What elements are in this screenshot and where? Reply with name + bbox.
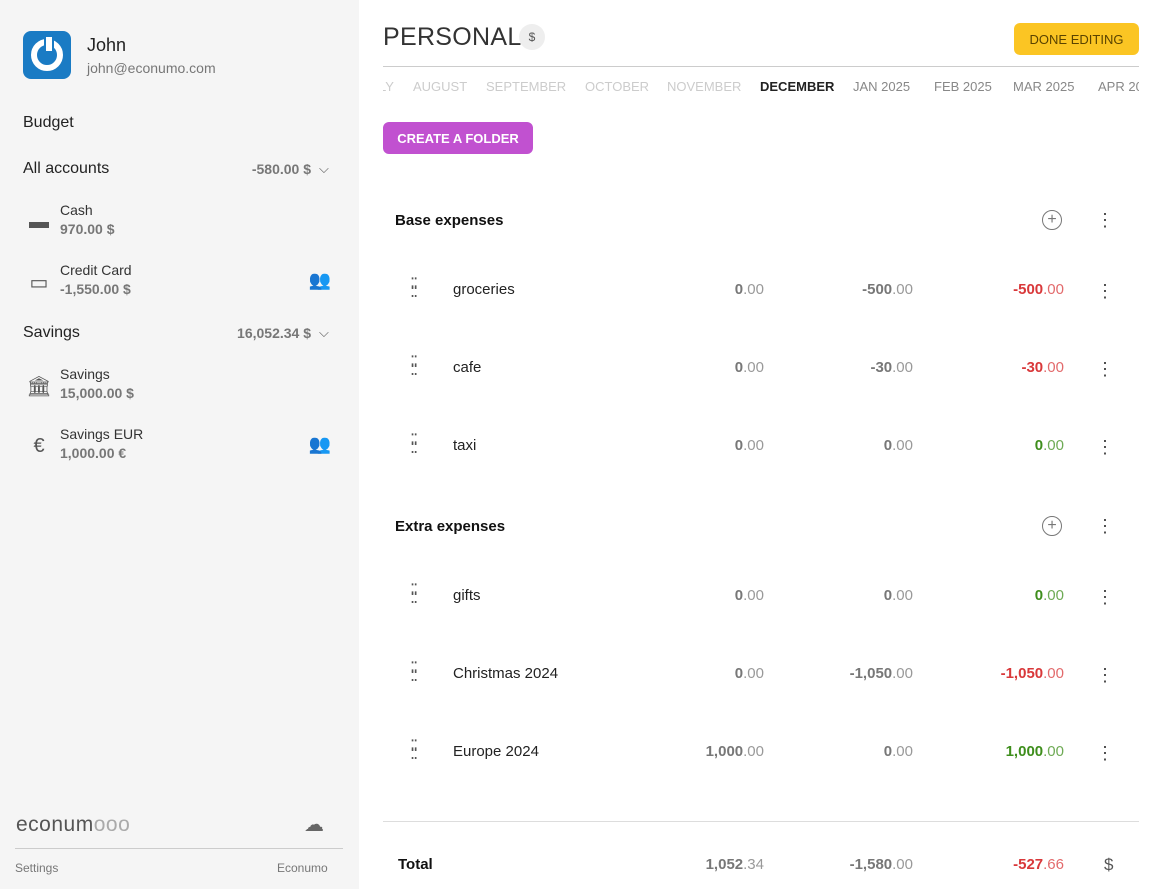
divider	[383, 821, 1139, 822]
account-item[interactable]: ▬ Cash 970.00 $	[27, 202, 337, 242]
month-selector[interactable]: LY AUGUST SEPTEMBER OCTOBER NOVEMBER DECEMBER…	[383, 79, 1139, 99]
account-name: Cash	[60, 202, 93, 218]
account-group-total: 16,052.34 $	[237, 325, 311, 341]
month-tab[interactable]: FEB 2025	[934, 79, 992, 94]
category-name: cafe	[453, 359, 482, 376]
total-spent: -1,580.00	[849, 856, 913, 873]
done-editing-button[interactable]: DONE EDITING	[1014, 23, 1139, 55]
account-balance: 1,000.00 €	[60, 445, 127, 461]
more-vert-icon[interactable]: ⋮	[1096, 516, 1114, 536]
cloud-sync-icon[interactable]: ☁	[304, 812, 324, 837]
more-vert-icon[interactable]: ⋮	[1096, 281, 1114, 301]
month-tab[interactable]: OCTOBER	[585, 79, 649, 94]
month-tab[interactable]: SEPTEMBER	[486, 79, 566, 94]
category-budgeted[interactable]: 0.00	[624, 437, 764, 454]
category-available: -1,050.00	[1000, 665, 1064, 682]
month-tab[interactable]: MAR 2025	[1013, 79, 1074, 94]
more-vert-icon[interactable]: ⋮	[1096, 587, 1114, 607]
category-spent: -30.00	[870, 359, 913, 376]
account-group-total: -580.00 $	[251, 161, 311, 177]
total-available: -527.66	[1013, 856, 1064, 873]
account-item[interactable]: ▭ Credit Card -1,550.00 $ 👥	[27, 262, 337, 302]
more-vert-icon[interactable]: ⋮	[1096, 210, 1114, 230]
category-available: -30.00	[1021, 359, 1064, 376]
total-budgeted: 1,052.34	[705, 856, 764, 873]
month-tab[interactable]: JAN 2025	[853, 79, 910, 94]
account-group-label[interactable]: All accounts	[23, 160, 109, 178]
category-budgeted[interactable]: 0.00	[624, 359, 764, 376]
category-name: gifts	[453, 587, 481, 604]
sidebar: John john@econumo.com Budget All account…	[0, 0, 359, 889]
folder-title: Base expenses	[395, 212, 504, 229]
category-available: -500.00	[1013, 281, 1064, 298]
settings-link[interactable]: Settings	[15, 861, 58, 875]
category-name: Christmas 2024	[453, 665, 559, 682]
drag-handle-icon[interactable]: ⁚⁚ ⁚⁚	[410, 355, 426, 379]
category-available: 0.00	[1034, 587, 1064, 604]
more-vert-icon[interactable]: ⋮	[1096, 665, 1114, 685]
month-tab[interactable]: AUGUST	[413, 79, 467, 94]
category-budgeted[interactable]: 0.00	[624, 281, 764, 298]
drag-handle-icon[interactable]: ⁚⁚ ⁚⁚	[410, 433, 426, 457]
category-name: Europe 2024	[453, 743, 539, 760]
chevron-down-icon[interactable]: ⌵	[319, 161, 333, 176]
chevron-down-icon[interactable]: ⌵	[319, 325, 333, 340]
category-available: 0.00	[1034, 437, 1064, 454]
total-currency[interactable]: $	[1104, 855, 1113, 875]
drag-handle-icon[interactable]: ⁚⁚ ⁚⁚	[410, 277, 426, 301]
euro-icon: €	[33, 434, 45, 457]
account-name: Credit Card	[60, 262, 132, 278]
user-name: John	[87, 35, 127, 55]
bank-icon: 🏛	[26, 375, 52, 398]
econumo-link[interactable]: Econumo	[277, 861, 328, 875]
page-title: PERSONAL	[383, 23, 522, 51]
divider	[383, 66, 1139, 67]
econumo-logo: econumooo	[16, 813, 131, 836]
account-name: Savings EUR	[60, 426, 144, 442]
category-spent: 0.00	[883, 587, 913, 604]
currency-badge[interactable]: $	[519, 24, 545, 50]
category-budgeted[interactable]: 1,000.00	[624, 743, 764, 760]
account-balance: 970.00 $	[60, 221, 115, 237]
create-folder-button[interactable]: CREATE A FOLDER	[383, 122, 533, 154]
shared-users-icon: 👥	[308, 270, 331, 290]
drag-handle-icon[interactable]: ⁚⁚ ⁚⁚	[410, 661, 426, 685]
more-vert-icon[interactable]: ⋮	[1096, 359, 1114, 379]
account-name: Savings	[60, 366, 110, 382]
account-balance: 15,000.00 $	[60, 385, 134, 401]
credit-card-icon: ▭	[29, 271, 49, 294]
folder-title: Extra expenses	[395, 518, 506, 535]
category-name: taxi	[453, 437, 477, 454]
month-tab[interactable]: NOVEMBER	[667, 79, 741, 94]
more-vert-icon[interactable]: ⋮	[1096, 743, 1114, 763]
category-spent: 0.00	[883, 437, 913, 454]
add-category-icon[interactable]: +	[1042, 516, 1062, 536]
account-group-label[interactable]: Savings	[23, 324, 80, 342]
category-spent: 0.00	[883, 743, 913, 760]
more-vert-icon[interactable]: ⋮	[1096, 437, 1114, 457]
category-spent: -500.00	[862, 281, 913, 298]
drag-handle-icon[interactable]: ⁚⁚ ⁚⁚	[410, 739, 426, 763]
category-spent: -1,050.00	[849, 665, 913, 682]
category-budgeted[interactable]: 0.00	[624, 587, 764, 604]
category-available: 1,000.00	[1005, 743, 1064, 760]
account-item[interactable]: € Savings EUR 1,000.00 € 👥	[27, 426, 337, 466]
total-label: Total	[398, 856, 433, 873]
account-balance: -1,550.00 $	[60, 281, 131, 297]
category-budgeted[interactable]: 0.00	[624, 665, 764, 682]
category-name: groceries	[453, 281, 515, 298]
user-email: john@econumo.com	[87, 60, 216, 76]
month-tab[interactable]: LY	[383, 79, 394, 94]
shared-users-icon: 👥	[308, 434, 331, 454]
month-tab[interactable]: DECEMBER	[760, 79, 834, 94]
drag-handle-icon[interactable]: ⁚⁚ ⁚⁚	[410, 583, 426, 607]
divider	[15, 848, 343, 849]
add-category-icon[interactable]: +	[1042, 210, 1062, 230]
account-item[interactable]: 🏛 Savings 15,000.00 $	[26, 366, 337, 406]
sidebar-item-budget[interactable]: Budget	[23, 114, 74, 132]
wallet-icon: ▬	[29, 210, 49, 233]
month-tab[interactable]: APR 2025	[1098, 79, 1139, 94]
avatar[interactable]	[23, 31, 71, 79]
